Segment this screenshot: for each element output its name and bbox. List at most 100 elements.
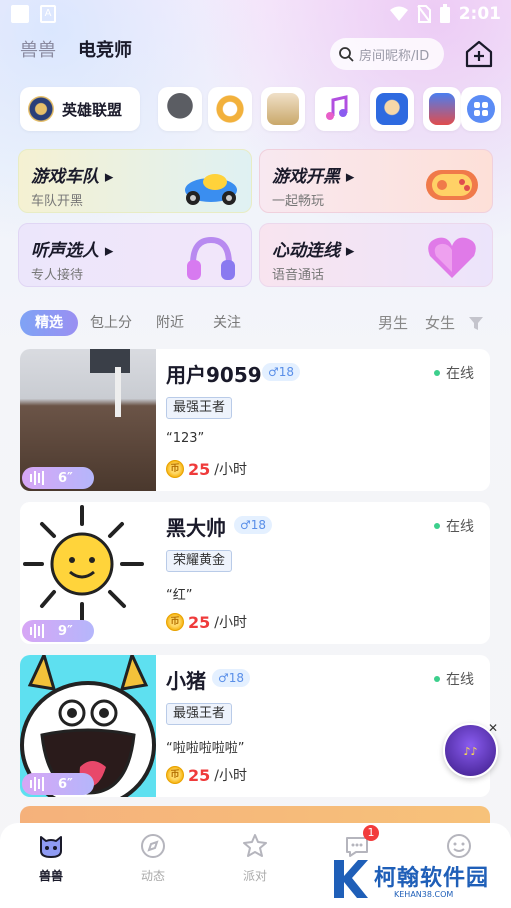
user-name: 黑大帅 [166, 516, 226, 540]
game-chip-6[interactable] [423, 87, 461, 131]
game-chip-music[interactable] [315, 87, 359, 131]
cat-face-icon [40, 836, 62, 858]
feature-voice-select[interactable]: 听声选人 ▸ 专人接待 [18, 223, 252, 287]
clock: 2:01 [458, 4, 501, 24]
game-chip-2[interactable] [208, 87, 252, 131]
filter-boost[interactable]: 包上分 [90, 310, 132, 336]
headphones-icon [187, 236, 235, 280]
nav-shoushou[interactable]: 兽兽 [21, 833, 81, 884]
user-card[interactable]: 9″ 黑大帅 ♂18 在线 荣耀黄金 “红” 币 25 /小时 [20, 502, 490, 644]
coin-icon: 币 [166, 613, 184, 631]
online-dot-icon [434, 676, 440, 682]
nav-party[interactable]: 派对 [225, 833, 285, 884]
voice-duration: 6″ [58, 776, 73, 792]
user-card[interactable]: 6″ 用户9059 ♂18 在线 最强王者 “123” 币 25 /小时 [20, 349, 490, 491]
feature-title: 游戏开黑 [272, 167, 340, 187]
battery-icon [439, 4, 450, 23]
age: 18 [278, 365, 295, 379]
feature-title: 听声选人 [31, 241, 99, 261]
user-quote: “红” [166, 588, 193, 603]
feature-heart-connect[interactable]: 心动连线 ▸ 语音通话 [259, 223, 493, 287]
create-room-icon[interactable] [463, 38, 495, 70]
compass-icon [141, 834, 165, 858]
kart-icon [185, 174, 237, 205]
filter-funnel-icon[interactable] [468, 315, 484, 331]
age: 18 [250, 518, 267, 532]
voice-intro-button[interactable]: 6″ [22, 467, 94, 489]
app-notification-icon: A [40, 5, 56, 23]
filter-female[interactable]: 女生 [425, 310, 455, 336]
voice-wave-icon [30, 624, 44, 638]
filter-nearby[interactable]: 附近 [156, 310, 184, 336]
filter-bar: 精选 包上分 附近 关注 男生 女生 [20, 310, 491, 336]
unread-badge: 1 [363, 825, 379, 841]
voice-wave-icon [30, 471, 44, 485]
feature-title: 游戏车队 [31, 167, 99, 187]
voice-intro-button[interactable]: 9″ [22, 620, 94, 642]
event-badge-art: ♪♪ [463, 745, 478, 758]
gender-age-badge: ♂18 [212, 669, 251, 687]
voice-duration: 6″ [58, 470, 73, 486]
gamepad-icon [426, 170, 478, 200]
filter-featured[interactable]: 精选 [20, 310, 78, 336]
rank-badge: 最强王者 [166, 703, 233, 725]
feature-game-party[interactable]: 游戏开黑 ▸ 一起畅玩 [259, 149, 493, 213]
status-text: 在线 [446, 519, 474, 535]
gender-age-badge: ♂18 [234, 516, 273, 534]
price-unit: /小时 [214, 768, 247, 784]
filter-male[interactable]: 男生 [378, 310, 408, 336]
search-input[interactable]: 房间昵称/ID [330, 38, 444, 70]
price: 币 25 /小时 [166, 765, 247, 785]
play-arrow-icon: ▸ [345, 241, 355, 261]
tab-esports[interactable]: 电竞师 [78, 36, 132, 62]
voice-duration: 9″ [58, 623, 73, 639]
voice-intro-button[interactable]: 6″ [22, 773, 94, 795]
price-value: 25 [188, 612, 211, 632]
price: 币 25 /小时 [166, 459, 247, 479]
male-icon: ♂ [268, 365, 279, 379]
more-games-button[interactable] [461, 87, 501, 131]
game-chip-3[interactable] [261, 87, 305, 131]
kehan-logo-icon [334, 860, 368, 898]
nav-label: 兽兽 [38, 869, 63, 883]
lol-logo-icon [28, 96, 54, 122]
top-header: 兽兽 电竞师 房间昵称/ID [20, 36, 493, 72]
online-status: 在线 [434, 363, 474, 383]
tab-shoushou[interactable]: 兽兽 [20, 36, 56, 62]
filter-following[interactable]: 关注 [213, 310, 241, 336]
game-chip-pubg[interactable] [158, 87, 202, 131]
user-quote: “123” [166, 431, 205, 446]
helmet-icon [164, 93, 196, 125]
online-status: 在线 [434, 516, 474, 536]
close-icon[interactable]: ✕ [486, 721, 500, 735]
age: 18 [228, 671, 245, 685]
coin-icon: 币 [166, 766, 184, 784]
music-note-icon [326, 95, 348, 120]
rank-badge: 最强王者 [166, 397, 233, 419]
rank-badge: 荣耀黄金 [166, 550, 233, 572]
search-icon [339, 47, 354, 62]
play-arrow-icon: ▸ [104, 167, 114, 187]
game-chip-5[interactable] [370, 87, 414, 131]
feature-game-team[interactable]: 游戏车队 ▸ 车队开黑 [18, 149, 252, 213]
male-icon: ♂ [218, 671, 229, 685]
nav-label: 动态 [140, 869, 165, 883]
feature-title: 心动连线 [272, 241, 340, 261]
male-icon: ♂ [240, 518, 251, 532]
user-card[interactable]: 6″ 小猪 ♂18 在线 最强王者 “啦啦啦啦啦” 币 25 /小时 [20, 655, 490, 797]
avatar: 6″ [20, 349, 156, 491]
coin-icon: 币 [166, 460, 184, 478]
nav-feed[interactable]: 动态 [123, 833, 183, 884]
heart-icon [428, 237, 476, 278]
user-name: 小猪 [166, 669, 206, 693]
notification-icon [11, 5, 29, 23]
status-bar: A 2:01 [0, 0, 511, 30]
floating-event-badge[interactable]: ♪♪ ✕ [443, 721, 500, 778]
search-placeholder: 房间昵称/ID [359, 48, 430, 64]
status-text: 在线 [446, 366, 474, 382]
game-chip-lol[interactable]: 英雄联盟 [20, 87, 140, 131]
price-value: 25 [188, 459, 211, 479]
play-arrow-icon: ▸ [104, 241, 114, 261]
game-logo-icon [214, 93, 246, 125]
gender-age-badge: ♂18 [262, 363, 301, 381]
